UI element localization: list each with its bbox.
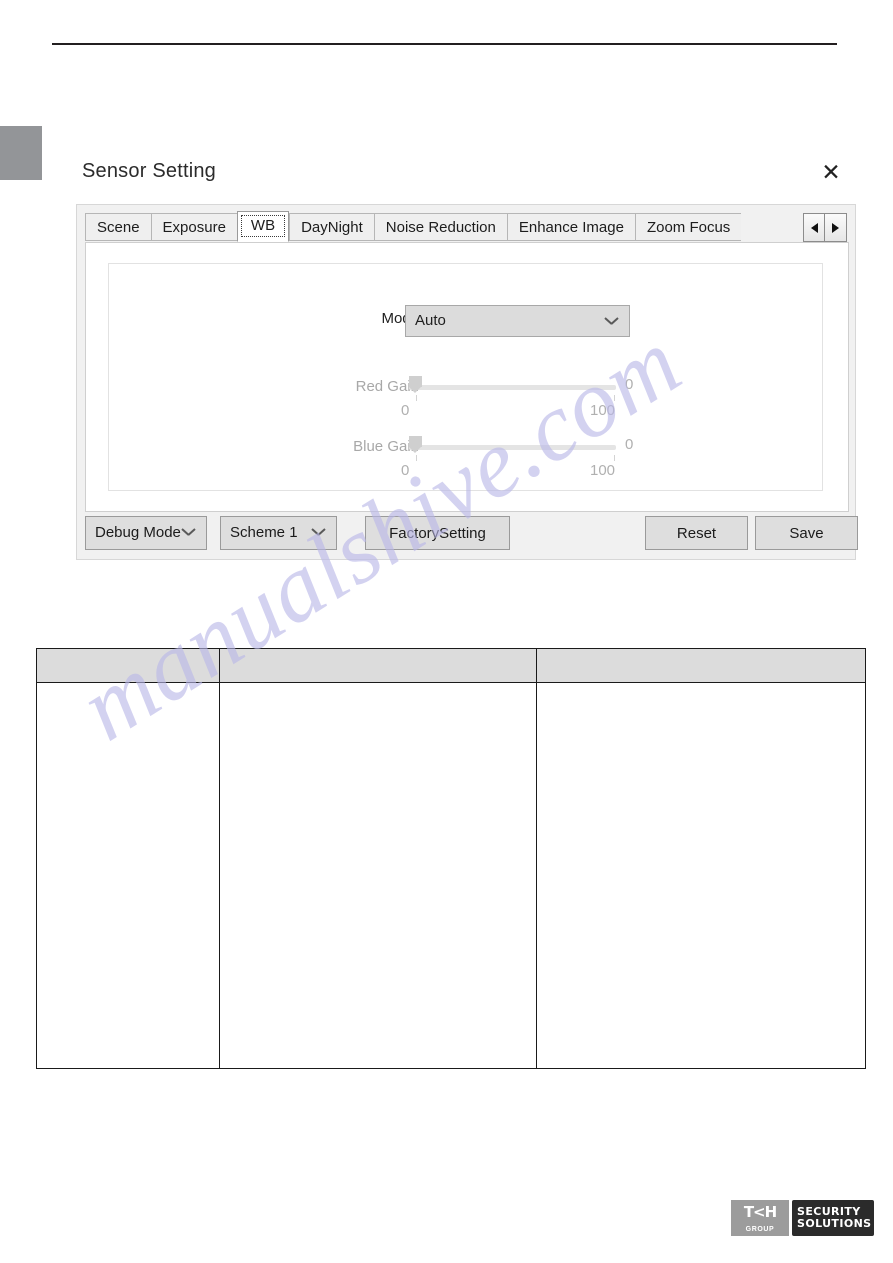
close-icon[interactable]: ✕ xyxy=(818,160,844,186)
tab-daynight-label: DayNight xyxy=(301,219,363,236)
blue-gain-slider-thumb[interactable] xyxy=(409,436,422,453)
blue-gain-value: 0 xyxy=(625,436,634,453)
tab-zoom-focus[interactable]: Zoom Focus xyxy=(634,213,742,241)
debug-mode-dropdown[interactable]: Debug Mode xyxy=(85,516,207,550)
tab-exposure-label: Exposure xyxy=(162,219,226,236)
mode-selected-value: Auto xyxy=(415,312,446,329)
scheme-value: Scheme 1 xyxy=(230,524,298,541)
slider-thumb-point xyxy=(409,447,421,453)
tab-bar: Scene Exposure WB DayNight Noise Reducti… xyxy=(85,211,847,243)
red-gain-row: Red Gain 0 0 100 xyxy=(109,372,822,428)
red-gain-slider-track[interactable] xyxy=(409,385,616,390)
tab-enhance-image-label: Enhance Image xyxy=(518,219,624,236)
save-button[interactable]: Save xyxy=(755,516,858,550)
sensor-setting-dialog: Sensor Setting ✕ Scene Exposure WB DayNi… xyxy=(76,152,858,560)
red-gain-label: Red Gain xyxy=(355,378,419,395)
red-gain-tick-min xyxy=(416,395,417,401)
blue-gain-row: Blue Gain 0 0 100 xyxy=(109,432,822,488)
table-cell-2 xyxy=(219,682,537,1069)
slider-thumb-point xyxy=(409,387,421,393)
tab-noise-reduction[interactable]: Noise Reduction xyxy=(373,213,507,241)
tab-scene-label: Scene xyxy=(97,219,140,236)
tkh-group-logo-icon: T<H GROUP xyxy=(731,1200,789,1236)
chevron-down-icon xyxy=(313,528,324,539)
dialog-window: Scene Exposure WB DayNight Noise Reducti… xyxy=(76,204,858,560)
page-title: Sensor Setting xyxy=(82,160,216,182)
chevron-left-icon xyxy=(810,222,818,233)
table-header-cell-3 xyxy=(536,648,866,683)
slider-thumb-body xyxy=(409,436,422,447)
red-gain-scale-max: 100 xyxy=(590,402,616,419)
chevron-down-icon xyxy=(606,317,617,328)
tab-enhance-image[interactable]: Enhance Image xyxy=(506,213,635,241)
red-gain-value: 0 xyxy=(625,376,634,393)
tab-wb-label: WB xyxy=(250,217,276,234)
dialog-action-bar: Debug Mode Scheme 1 FactorySetting Reset… xyxy=(85,516,858,550)
red-gain-tick-max xyxy=(614,395,615,401)
tab-noise-reduction-label: Noise Reduction xyxy=(385,219,496,236)
chevron-down-icon xyxy=(183,528,194,539)
debug-mode-value: Debug Mode xyxy=(95,524,181,541)
slider-thumb-body xyxy=(409,376,422,387)
scheme-dropdown[interactable]: Scheme 1 xyxy=(220,516,337,550)
blue-gain-slider-track[interactable] xyxy=(409,445,616,450)
security-solutions-line2: SOLUTIONS xyxy=(797,1217,872,1230)
tab-exposure[interactable]: Exposure xyxy=(150,213,237,241)
table-header-cell-2 xyxy=(219,648,537,683)
tkh-logo-mark: T<H xyxy=(743,1203,777,1221)
security-solutions-logo: SECURITY SOLUTIONS xyxy=(792,1200,874,1236)
table-cell-1 xyxy=(36,682,220,1069)
tab-scroll-right-button[interactable] xyxy=(825,213,847,242)
table-header-cell-1 xyxy=(36,648,220,683)
tab-scroll-left-button[interactable] xyxy=(803,213,825,242)
red-gain-slider-thumb[interactable] xyxy=(409,376,422,393)
footer-logo: T<H GROUP SECURITY SOLUTIONS xyxy=(731,1200,874,1236)
blue-gain-label: Blue Gain xyxy=(353,438,419,455)
tab-scene[interactable]: Scene xyxy=(85,213,151,241)
table-row xyxy=(36,682,866,1069)
blue-gain-tick-max xyxy=(614,455,615,461)
content-table xyxy=(36,648,866,1069)
table-cell-3 xyxy=(536,682,866,1069)
tab-daynight[interactable]: DayNight xyxy=(289,213,374,241)
page-side-marker xyxy=(0,126,42,180)
wb-settings-group: Mode Auto Red Gain 0 0 100 Blue Gain 0 0… xyxy=(108,263,823,491)
reset-button[interactable]: Reset xyxy=(645,516,748,550)
red-gain-scale-min: 0 xyxy=(401,402,410,419)
tkh-logo-group-text: GROUP xyxy=(745,1226,775,1233)
blue-gain-tick-min xyxy=(416,455,417,461)
tab-zoom-focus-label: Zoom Focus xyxy=(646,219,731,236)
page-header-rule xyxy=(52,43,837,45)
tab-wb[interactable]: WB xyxy=(236,211,290,242)
blue-gain-scale-max: 100 xyxy=(590,462,616,479)
mode-row: Mode Auto xyxy=(109,305,822,337)
factory-setting-button[interactable]: FactorySetting xyxy=(365,516,510,550)
chevron-right-icon xyxy=(832,222,839,233)
blue-gain-scale-min: 0 xyxy=(401,462,410,479)
wb-tab-page: Mode Auto Red Gain 0 0 100 Blue Gain 0 0… xyxy=(85,242,849,512)
mode-label: Mode xyxy=(381,310,419,327)
tab-scroll-controls xyxy=(803,213,847,242)
table-header-row xyxy=(36,648,866,683)
mode-dropdown[interactable]: Auto xyxy=(405,305,630,337)
